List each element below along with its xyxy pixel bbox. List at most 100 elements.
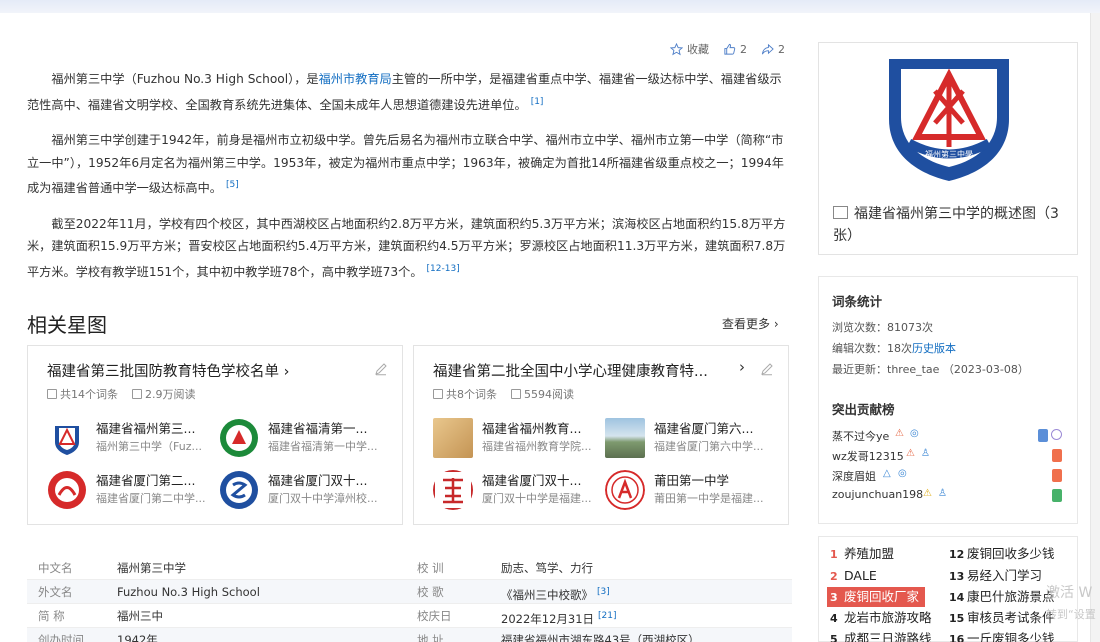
edit-icon[interactable] <box>374 362 388 376</box>
chevron-right-icon[interactable]: › <box>739 358 745 376</box>
hot-rank: 14 <box>949 591 965 604</box>
item-subtitle: 厦门双十中学是福建... <box>482 492 592 505</box>
history-version-link[interactable]: 历史版本 <box>912 342 956 355</box>
share-icon <box>761 43 774 54</box>
hot-rank: 1 <box>830 548 838 561</box>
hot-item[interactable]: 14 康巴什旅游景点 <box>949 587 1055 607</box>
summary-image-card[interactable]: 福州第三中學 福建省福州第三中学的概述图（3张） <box>818 42 1078 255</box>
list-item[interactable]: 福建省厦门双十... 厦门双十中学是福建... <box>433 466 603 512</box>
reference-5[interactable]: [5] <box>226 180 239 190</box>
views-icon <box>511 389 521 399</box>
like-count: 2 <box>740 42 747 56</box>
card-2-reads: 5594阅读 <box>524 388 574 401</box>
reference-1[interactable]: [1] <box>531 97 544 107</box>
star-icon <box>670 42 683 55</box>
share-button[interactable]: 2 <box>761 43 785 56</box>
reference-21[interactable]: [21] <box>598 611 616 621</box>
item-title: 福建省厦门第六... <box>654 421 754 436</box>
item-subtitle: 厦门双十中学漳州校... <box>268 492 378 505</box>
contributor-item[interactable]: 蒸不过今ye ⚠ ◎ <box>832 428 1062 444</box>
green-badge-icon <box>1052 489 1062 502</box>
info-label: 校 歌 <box>417 585 444 599</box>
info-value-text: 励志、笃学、力行 <box>501 561 593 575</box>
hot-text: 废铜回收厂家 <box>844 589 920 604</box>
hot-item[interactable]: 15 审核员考试条件 <box>949 608 1055 628</box>
card-1-title-text: 福建省第三批国防教育特色学校名单 <box>47 364 279 380</box>
list-item[interactable]: 福建省厦门第六... 福建省厦门第六中学... <box>605 414 775 460</box>
xiamen-no6-photo-thumb <box>605 418 645 458</box>
hot-item[interactable]: 4 龙岩市旅游攻略 <box>830 608 932 628</box>
info-value-text: 2022年12月31日 <box>501 611 595 626</box>
info-value: Fuzhou No.3 High School <box>117 585 260 599</box>
info-value-text: 福建省福州市湖东路43号（西湖校区） <box>501 633 700 642</box>
contributor-item[interactable]: zoujunchuan198 ⚠ ♙ <box>832 488 1062 504</box>
hot-rank: 2 <box>830 570 838 583</box>
list-item[interactable]: 福建省福清第一... 福建省福清第一中学... <box>219 414 389 460</box>
reference-12-13[interactable]: [12-13] <box>427 264 460 274</box>
item-title: 福建省福州第三... <box>96 421 196 436</box>
card-1-entries: 共14个词条 <box>60 388 118 401</box>
info-value: 1942年 <box>117 633 158 642</box>
list-item[interactable]: 福建省厦门第二... 福建省厦门第二中学... <box>47 466 217 512</box>
item-subtitle: 福建省厦门第六中学... <box>654 440 764 453</box>
card-2-title[interactable]: 福建省第二批全国中小学心理健康教育特... <box>433 360 733 381</box>
hot-item[interactable]: 12 废铜回收多少钱 <box>949 544 1055 564</box>
card-2-entries: 共8个词条 <box>446 388 497 401</box>
list-item[interactable]: 福建省厦门双十... 厦门双十中学漳州校... <box>219 466 389 512</box>
item-title: 福建省厦门双十... <box>268 473 368 488</box>
hot-search-list: 1 养殖加盟 2 DALE 3 废铜回收厂家 4 龙岩市旅游攻略 5 成都三日游路线 12… <box>818 536 1078 642</box>
hot-item[interactable]: 1 养殖加盟 <box>830 544 894 564</box>
hot-text: 成都三日游路线 <box>844 631 932 642</box>
item-subtitle: 莆田第一中学是福建... <box>654 492 764 505</box>
hot-item[interactable]: 13 易经入门学习 <box>949 566 1042 586</box>
last-updated: 最近更新：three_tae （2023-03-08） <box>832 363 1029 376</box>
contributor-item[interactable]: wz发哥12315 ⚠ ♙ <box>832 448 1062 464</box>
edit-icon[interactable] <box>760 362 774 376</box>
list-item[interactable]: 福建省福州教育... 福建省福州教育学院... <box>433 414 603 460</box>
hot-rank: 5 <box>830 633 838 642</box>
hot-rank: 12 <box>949 548 965 561</box>
contributor-name: wz发哥12315 <box>832 450 904 463</box>
medal-icon: ♙ <box>921 448 930 459</box>
warning-badge-icon: ⚠ <box>923 488 932 499</box>
hot-text: 康巴什旅游景点 <box>967 589 1055 604</box>
hot-text: 一斤废铜多少钱 <box>967 631 1055 642</box>
contributor-item[interactable]: 深度眉姐 △ ◎ <box>832 468 1062 484</box>
browser-top-bar <box>0 0 1100 13</box>
image-caption[interactable]: 福建省福州第三中学的概述图（3张） <box>833 203 1073 247</box>
medal-icon: ◎ <box>910 428 919 439</box>
paragraph-2: 福州第三中学创建于1942年，前身是福州市立初级中学。曾先后易名为福州市立联合中… <box>27 129 792 200</box>
related-starmap-title: 相关星图 <box>27 313 107 337</box>
hot-text: 龙岩市旅游攻略 <box>844 610 932 625</box>
item-subtitle: 福州第三中学（Fuz... <box>96 440 202 453</box>
favorite-button[interactable]: 收藏 <box>670 41 709 57</box>
list-item[interactable]: 莆田第一中学 莆田第一中学是福建... <box>605 466 775 512</box>
education-bureau-link[interactable]: 福州市教育局 <box>319 72 392 86</box>
card-2-title-text: 福建省第二批全国中小学心理健康教育特... <box>433 364 708 380</box>
hot-item[interactable]: 2 DALE <box>830 566 877 586</box>
info-row: 外文名 Fuzhou No.3 High School 校 歌 《福州三中校歌》… <box>27 580 792 604</box>
fire-badge-icon <box>1052 469 1062 482</box>
info-label: 简 称 <box>38 609 65 623</box>
see-more-link[interactable]: 查看更多 › <box>722 315 779 332</box>
hot-item[interactable]: 5 成都三日游路线 <box>830 629 932 642</box>
starmap-card-2[interactable]: 福建省第二批全国中小学心理健康教育特... › 共8个词条 5594阅读 福建省… <box>413 345 789 525</box>
hot-rank: 15 <box>949 612 965 625</box>
like-button[interactable]: 2 <box>723 43 747 56</box>
item-subtitle: 福建省福清第一中学... <box>268 440 378 453</box>
contributors-title: 突出贡献榜 <box>832 402 895 417</box>
reference-3[interactable]: [3] <box>597 587 610 597</box>
chevron-right-icon: › <box>773 317 779 331</box>
card-1-title[interactable]: 福建省第三批国防教育特色学校名单 › <box>47 360 347 381</box>
contributor-name: zoujunchuan198 <box>832 488 924 501</box>
info-label: 地 址 <box>417 633 444 642</box>
hot-rank: 16 <box>949 633 965 642</box>
hot-item[interactable]: 16 一斤废铜多少钱 <box>949 629 1055 642</box>
scrollbar[interactable] <box>1090 13 1100 642</box>
list-item[interactable]: 福建省福州第三... 福州第三中学（Fuz... <box>47 414 217 460</box>
xiamen-shuangshi-logo-thumb <box>220 471 258 509</box>
hot-item-highlighted[interactable]: 3 废铜回收厂家 <box>827 587 926 607</box>
starmap-card-1[interactable]: 福建省第三批国防教育特色学校名单 › 共14个词条 2.9万阅读 福建省福州第三… <box>27 345 403 525</box>
thumbs-up-icon <box>724 43 736 55</box>
info-label: 外文名 <box>38 585 73 599</box>
